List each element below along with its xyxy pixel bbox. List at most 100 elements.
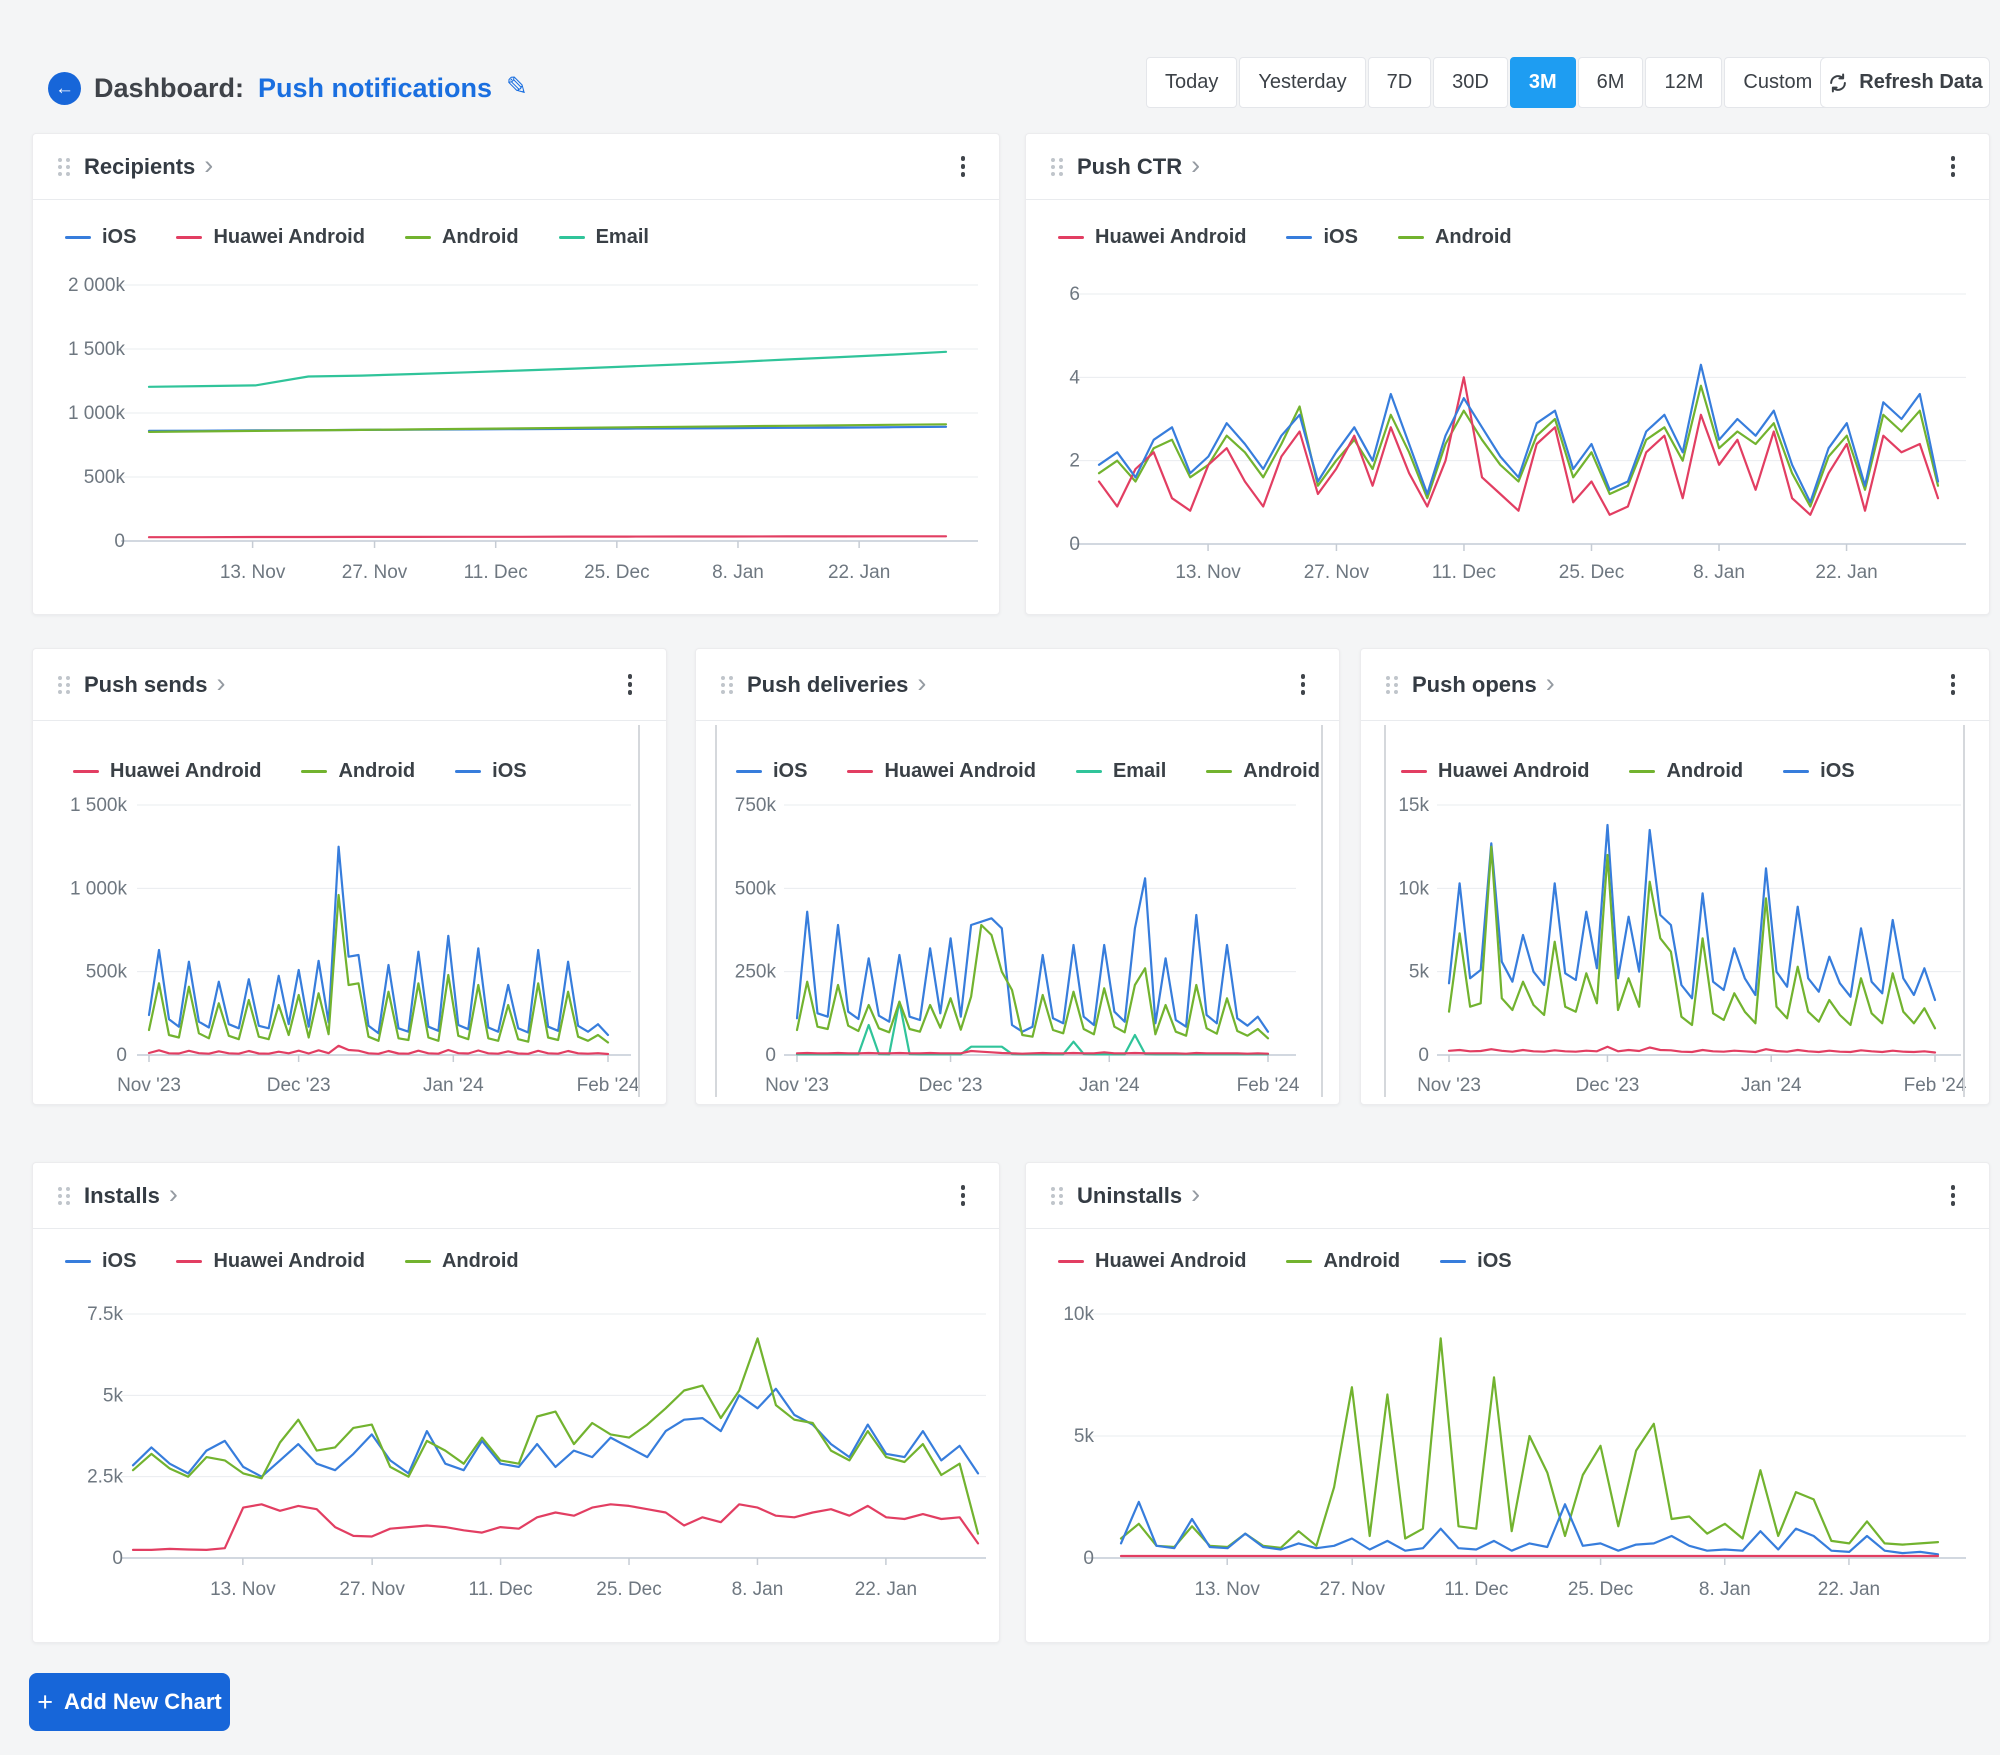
drag-handle-icon[interactable] xyxy=(58,1186,70,1205)
time-range-7d[interactable]: 7D xyxy=(1367,57,1432,108)
svg-text:22. Jan: 22. Jan xyxy=(1815,562,1877,583)
legend-item-ios[interactable]: iOS xyxy=(1286,226,1358,249)
kebab-menu-icon[interactable] xyxy=(1947,149,1960,185)
svg-text:25. Dec: 25. Dec xyxy=(596,1579,661,1600)
chart-title: Push sends xyxy=(84,671,208,697)
legend-label: iOS xyxy=(102,226,137,248)
legend: Huawei Android Android iOS xyxy=(73,760,527,783)
legend: Huawei Android iOS Android xyxy=(1058,226,1512,249)
legend-item-huawei-android[interactable]: Huawei Android xyxy=(176,1250,365,1273)
dashboard-name-link[interactable]: Push notifications xyxy=(258,73,492,104)
legend-item-huawei-android[interactable]: Huawei Android xyxy=(73,760,261,783)
legend-item-huawei-android[interactable]: Huawei Android xyxy=(1058,226,1246,249)
breadcrumb: Dashboard: Push notifications ✎ xyxy=(94,71,528,105)
add-new-chart-button[interactable]: + Add New Chart xyxy=(29,1673,230,1731)
legend-item-ios[interactable]: iOS xyxy=(736,760,807,783)
chart-title-link-uninstalls[interactable]: Uninstalls › xyxy=(1077,1178,1201,1209)
back-button[interactable]: ← xyxy=(48,72,81,105)
legend-item-huawei-android[interactable]: Huawei Android xyxy=(176,226,365,249)
legend-label: Android xyxy=(1434,226,1512,248)
kebab-menu-icon[interactable] xyxy=(1297,667,1310,703)
legend-item-android[interactable]: Android xyxy=(1629,760,1743,783)
svg-text:13. Nov: 13. Nov xyxy=(210,1579,276,1600)
legend-item-email[interactable]: Email xyxy=(558,226,649,249)
widget-resize-handle[interactable] xyxy=(715,725,717,1097)
drag-handle-icon[interactable] xyxy=(1386,675,1398,694)
legend-item-ios[interactable]: iOS xyxy=(65,226,136,249)
legend-label: Android xyxy=(1323,1250,1401,1272)
svg-text:22. Jan: 22. Jan xyxy=(828,562,890,583)
legend-item-ios[interactable]: iOS xyxy=(1440,1250,1512,1273)
legend-item-android[interactable]: Android xyxy=(1286,1250,1400,1273)
time-range-12m[interactable]: 12M xyxy=(1645,57,1723,108)
time-range-30d[interactable]: 30D xyxy=(1433,57,1508,108)
svg-text:5k: 5k xyxy=(103,1385,124,1406)
svg-text:Jan '24: Jan '24 xyxy=(423,1075,484,1096)
time-range-3m[interactable]: 3M xyxy=(1509,57,1576,108)
chart-title-link-installs[interactable]: Installs › xyxy=(84,1180,178,1209)
time-range-yesterday[interactable]: Yesterday xyxy=(1239,57,1366,108)
drag-handle-icon[interactable] xyxy=(58,675,70,694)
svg-text:25. Dec: 25. Dec xyxy=(1559,562,1624,583)
svg-text:750k: 750k xyxy=(735,795,777,816)
legend-item-ios[interactable]: iOS xyxy=(65,1250,136,1273)
edit-pencil-icon[interactable]: ✎ xyxy=(506,71,528,102)
legend-marker xyxy=(1058,1260,1084,1263)
svg-text:Jan '24: Jan '24 xyxy=(1079,1075,1140,1096)
chart-canvas-recipients: 0 500k 1 000k 1 500k 2 000k 13. Nov 27. Nov 11.… xyxy=(68,275,978,583)
legend-item-android[interactable]: Android xyxy=(404,1250,519,1273)
chevron-right-icon: › xyxy=(1191,1178,1201,1209)
chart-card-push-ctr: Push CTR › Huawei Android iOS Android 0 2 4 6… xyxy=(1025,133,1990,615)
svg-text:27. Nov: 27. Nov xyxy=(1319,1579,1385,1600)
kebab-menu-icon[interactable] xyxy=(624,667,637,703)
legend-marker xyxy=(404,1260,431,1263)
legend-marker xyxy=(1058,236,1084,239)
legend-item-android[interactable]: Android xyxy=(301,760,415,783)
legend-item-ios[interactable]: iOS xyxy=(455,760,527,783)
legend-item-android[interactable]: Android xyxy=(1206,760,1320,783)
legend-item-email[interactable]: Email xyxy=(1075,760,1166,783)
legend-marker xyxy=(455,770,482,773)
legend-item-huawei-android[interactable]: Huawei Android xyxy=(1401,760,1589,783)
kebab-menu-icon[interactable] xyxy=(1947,1178,1960,1214)
chart-title-link-push-deliveries[interactable]: Push deliveries › xyxy=(747,669,926,698)
svg-text:27. Nov: 27. Nov xyxy=(342,562,408,583)
chart-title-link-recipients[interactable]: Recipients › xyxy=(84,151,213,180)
refresh-button[interactable]: Refresh Data xyxy=(1820,57,1990,108)
legend-item-ios[interactable]: iOS xyxy=(1783,760,1855,783)
drag-handle-icon[interactable] xyxy=(58,157,70,176)
legend-item-android[interactable]: Android xyxy=(404,226,519,249)
drag-handle-icon[interactable] xyxy=(721,675,733,694)
svg-text:1 500k: 1 500k xyxy=(70,795,128,816)
legend-label: Huawei Android xyxy=(884,760,1036,782)
legend-label: Huawei Android xyxy=(213,1250,365,1272)
svg-text:0: 0 xyxy=(1083,1548,1094,1569)
svg-text:Nov '23: Nov '23 xyxy=(765,1075,829,1096)
widget-resize-handle[interactable] xyxy=(1963,725,1965,1097)
svg-text:13. Nov: 13. Nov xyxy=(1194,1579,1260,1600)
svg-text:27. Nov: 27. Nov xyxy=(339,1579,405,1600)
chart-title-link-push-sends[interactable]: Push sends › xyxy=(84,669,225,698)
card-header: Push CTR › xyxy=(1026,134,1989,200)
time-range-today[interactable]: Today xyxy=(1146,57,1238,108)
widget-resize-handle[interactable] xyxy=(1384,725,1386,1097)
legend-item-huawei-android[interactable]: Huawei Android xyxy=(847,760,1036,783)
time-range-6m[interactable]: 6M xyxy=(1577,57,1644,108)
legend-item-huawei-android[interactable]: Huawei Android xyxy=(1058,1250,1246,1273)
legend-label: Android xyxy=(1666,760,1744,782)
drag-handle-icon[interactable] xyxy=(1051,1186,1063,1205)
svg-text:6: 6 xyxy=(1069,284,1080,305)
legend-item-android[interactable]: Android xyxy=(1397,226,1512,249)
drag-handle-icon[interactable] xyxy=(1051,157,1063,176)
svg-text:11. Dec: 11. Dec xyxy=(469,1579,533,1600)
kebab-menu-icon[interactable] xyxy=(1947,667,1960,703)
chart-title-link-push-opens[interactable]: Push opens › xyxy=(1412,669,1555,698)
chart-title-link-push-ctr[interactable]: Push CTR › xyxy=(1077,151,1200,180)
widget-resize-handle[interactable] xyxy=(1321,725,1323,1097)
legend: iOS Huawei Android Android xyxy=(65,1250,519,1273)
kebab-menu-icon[interactable] xyxy=(957,1178,970,1214)
time-range-custom[interactable]: Custom xyxy=(1724,57,1832,108)
kebab-menu-icon[interactable] xyxy=(957,149,970,185)
svg-text:10k: 10k xyxy=(1398,878,1429,899)
widget-resize-handle[interactable] xyxy=(638,725,640,1097)
